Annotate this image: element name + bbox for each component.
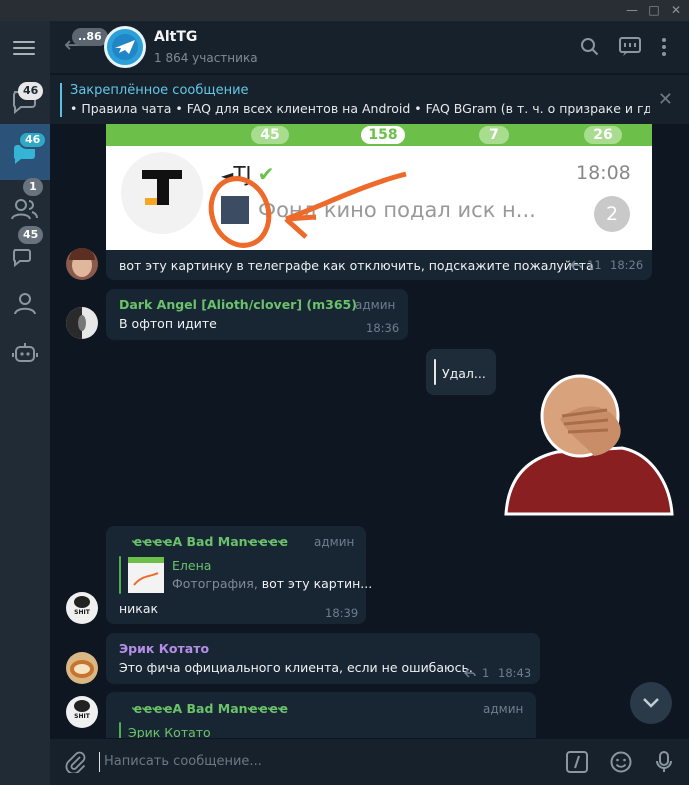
message-text: вот эту картинку в телеграфе как отключи…	[119, 258, 594, 273]
user-avatar[interactable]: SHIT	[66, 696, 98, 728]
reply-text: вот эту картин...	[261, 576, 373, 591]
main-menu-button[interactable]	[13, 41, 35, 55]
shot-time: 18:08	[576, 162, 631, 184]
user-avatar[interactable]: SHIT	[66, 592, 98, 624]
admin-badge: админ	[314, 535, 355, 549]
message-text: В офтоп идите	[119, 316, 217, 331]
folder-all-chats[interactable]: 46	[0, 72, 50, 128]
attach-icon[interactable]	[64, 751, 86, 773]
minimize-button[interactable]: —	[621, 0, 643, 21]
window-titlebar: — □ ✕	[0, 0, 689, 21]
message-time: 18:39	[325, 606, 359, 620]
message-input-bar: Написать сообщение...	[50, 739, 689, 785]
unread-counter-badge: ..86	[72, 28, 108, 46]
message-time: 18:26	[610, 258, 644, 272]
sender-name[interactable]: Эрик Котато	[119, 641, 209, 656]
message-text: Удал...	[442, 366, 486, 381]
contacts-icon	[11, 199, 38, 220]
chat-title[interactable]: AltTG	[154, 29, 197, 45]
bot-icon	[12, 343, 38, 362]
bot-commands-icon[interactable]	[566, 751, 588, 773]
sender-name[interactable]: ҽҽҽҽA Bad Manҽҽҽҽ	[132, 534, 288, 549]
message-text: Это фича официального клиента, если не о…	[119, 660, 473, 675]
message-bubble-outgoing[interactable]: Удал...	[426, 349, 496, 395]
folder-bots[interactable]	[0, 324, 50, 380]
reply-count[interactable]: 11	[587, 258, 602, 272]
reply-thumbnail	[128, 557, 164, 593]
comments-icon[interactable]	[619, 37, 641, 57]
folder-badge: 1	[23, 178, 43, 196]
sticker-facepalm[interactable]	[502, 374, 674, 516]
search-icon[interactable]	[580, 37, 600, 57]
chat-member-count: 1 864 участника	[154, 51, 258, 65]
user-avatar[interactable]	[66, 307, 98, 339]
admin-badge: админ	[483, 702, 524, 716]
message-bubble[interactable]: ҽҽҽҽA Bad Manҽҽҽҽ админ Эрик Котато	[106, 692, 536, 738]
message-time: 18:36	[366, 321, 400, 335]
scroll-to-bottom-button[interactable]	[630, 682, 672, 724]
message-bubble[interactable]: Dark Angel [Alioth/clover] (m365) админ …	[106, 289, 408, 340]
arrow-annotation	[208, 171, 407, 248]
user-avatar[interactable]	[66, 248, 98, 280]
message-caption-bubble[interactable]: вот эту картинку в телеграфе как отключи…	[106, 250, 652, 280]
shot-count: 45	[251, 126, 289, 144]
chat-header: ← ..86 AltTG 1 864 участника	[50, 21, 689, 73]
person-icon	[14, 293, 36, 315]
pinned-message-bar[interactable]: Закреплённое сообщение • Правила чата • …	[50, 74, 689, 124]
reply-count[interactable]: 1	[482, 666, 489, 680]
folder-badge: 46	[18, 82, 44, 100]
emoji-icon[interactable]	[610, 751, 632, 773]
message-list[interactable]: 45 158 7 26 ◄TJ ✔ 18:08 Фонд кино подал …	[50, 124, 689, 738]
message-input[interactable]: Написать сообщение...	[104, 754, 262, 769]
sender-name[interactable]: ҽҽҽҽA Bad Manҽҽҽҽ	[132, 701, 288, 716]
user-avatar[interactable]	[66, 652, 98, 684]
folder-badge: 46	[18, 131, 48, 149]
plane-icon	[115, 40, 135, 54]
chevron-down-icon	[643, 698, 659, 708]
close-pinned-icon[interactable]: ✕	[658, 89, 673, 110]
reply-media-label: Фотография,	[172, 576, 262, 591]
avatar-text: SHIT	[74, 609, 90, 616]
folders-sidebar: 46 46 1 45	[0, 21, 50, 785]
reply-icon	[570, 260, 582, 270]
pinned-text: • Правила чата • FAQ для всех клиентов н…	[70, 101, 650, 116]
message-bubble[interactable]: Эрик Котато Это фича официального клиент…	[106, 633, 540, 684]
shot-count: 26	[584, 126, 622, 144]
folder-active-chats[interactable]: 46	[0, 124, 50, 180]
folder-badge: 45	[18, 226, 44, 244]
reply-icon	[464, 668, 476, 678]
more-menu-icon[interactable]	[661, 37, 667, 57]
shot-count: 158	[361, 126, 405, 144]
close-window-button[interactable]: ✕	[665, 0, 687, 21]
maximize-button[interactable]: □	[643, 0, 665, 21]
avatar-text: SHIT	[74, 713, 90, 720]
pinned-title: Закреплённое сообщение	[70, 83, 249, 98]
message-text: никак	[119, 601, 159, 616]
message-time: 18:43	[498, 666, 532, 680]
shot-count: 7	[479, 126, 509, 144]
message-bubble[interactable]: ҽҽҽҽA Bad Manҽҽҽҽ админ Елена Фотография…	[106, 526, 372, 624]
reply-sender: Елена	[172, 558, 212, 573]
message-photo[interactable]: 45 158 7 26 ◄TJ ✔ 18:08 Фонд кино подал …	[106, 124, 652, 250]
groups-icon	[12, 249, 31, 268]
admin-badge: админ	[355, 298, 396, 312]
tj-avatar	[121, 152, 203, 234]
microphone-icon[interactable]	[655, 751, 673, 773]
sender-name[interactable]: Dark Angel [Alioth/clover] (m365)	[119, 297, 357, 312]
folder-personal[interactable]	[0, 275, 50, 331]
shot-unread-badge: 2	[594, 196, 630, 232]
chat-avatar[interactable]	[104, 26, 146, 68]
reply-sender: Эрик Котато	[128, 725, 211, 738]
